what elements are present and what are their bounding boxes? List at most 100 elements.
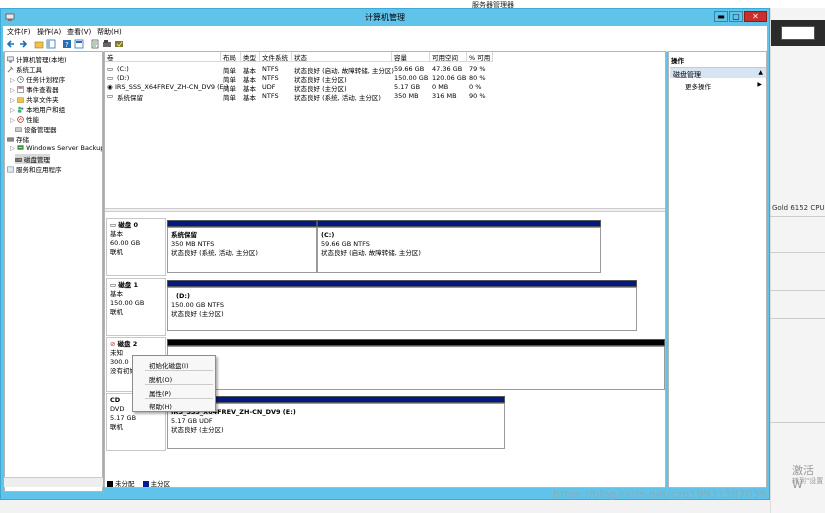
partition-e[interactable]: IRS_SSS_X64FREV_ZH-CN_DV9 (E:) 5.17 GB U… bbox=[167, 403, 505, 449]
column-header-type[interactable]: 类型 bbox=[241, 52, 260, 62]
window-title: 计算机管理 bbox=[365, 13, 405, 22]
action-more-actions[interactable]: 更多操作 bbox=[685, 81, 711, 91]
disk-management-icon bbox=[15, 157, 22, 162]
help-icon[interactable]: ? bbox=[62, 39, 72, 49]
column-header-capacity[interactable]: 容量 bbox=[392, 52, 430, 62]
tree-item-device-manager[interactable]: 设备管理器 bbox=[15, 124, 57, 134]
computer-icon bbox=[7, 56, 14, 63]
partition-bar bbox=[317, 220, 601, 227]
menu-view[interactable]: 查看(V) bbox=[67, 27, 91, 37]
show-hide-tree-icon[interactable] bbox=[46, 39, 56, 49]
tree-item-local-users[interactable]: ▷ 本地用户和组 bbox=[10, 104, 65, 114]
partition-status: 状态良好 (系统, 活动, 主分区) bbox=[171, 249, 258, 257]
column-header-filesystem[interactable]: 文件系统 bbox=[260, 52, 292, 62]
legend-unallocated: 未分配 bbox=[115, 480, 135, 488]
expand-arrow-icon[interactable]: ▷ bbox=[10, 76, 15, 84]
disk-settings-icon[interactable] bbox=[102, 39, 112, 49]
menu-item-offline[interactable]: 脱机(O) bbox=[149, 374, 172, 384]
storage-icon bbox=[7, 137, 14, 142]
tree-item-task-scheduler[interactable]: ▷ 任务计划程序 bbox=[10, 74, 65, 84]
disk-1-label[interactable]: ▭ 磁盘 1 基本 150.00 GB 联机 bbox=[106, 278, 166, 336]
tree-item-label: 事件查看器 bbox=[26, 86, 59, 94]
users-icon bbox=[17, 106, 24, 113]
menu-item-properties[interactable]: 属性(P) bbox=[149, 388, 171, 398]
cell-capacity: 59.66 GB bbox=[394, 65, 425, 73]
minimize-button[interactable]: ▬ bbox=[714, 11, 728, 22]
disk-0-label[interactable]: ▭ 磁盘 0 基本 60.00 GB 联机 bbox=[106, 218, 166, 276]
tree-item-label: 性能 bbox=[26, 116, 40, 124]
disk-size: 300.0 bbox=[110, 358, 129, 366]
forward-arrow-icon[interactable] bbox=[18, 39, 28, 49]
actions-section-label: 磁盘管理 bbox=[673, 71, 701, 79]
tree-item-shared-folders[interactable]: ▷ 共享文件夹 bbox=[10, 94, 59, 104]
window-titlebar[interactable]: 计算机管理 ▬ ▢ ✕ bbox=[1, 9, 769, 26]
menu-file[interactable]: 文件(F) bbox=[7, 27, 31, 37]
column-header-percent-free[interactable]: % 可用 bbox=[467, 52, 493, 62]
close-button[interactable]: ✕ bbox=[744, 11, 767, 22]
pane-splitter[interactable] bbox=[105, 208, 665, 212]
disk-management-pane: 卷 布局 类型 文件系统 状态 容量 可用空间 % 可用 ▭ (C:) 简单 基… bbox=[104, 51, 666, 488]
disk-type: 基本 bbox=[110, 230, 123, 238]
cell-filesystem: NTFS bbox=[262, 92, 279, 100]
unallocated-bar bbox=[167, 339, 665, 346]
cell-capacity: 350 MB bbox=[394, 92, 419, 100]
expand-arrow-icon[interactable]: ▷ bbox=[10, 96, 15, 104]
maximize-button[interactable]: ▢ bbox=[729, 11, 743, 22]
partition-bar bbox=[167, 220, 317, 227]
export-list-icon[interactable] bbox=[90, 39, 100, 49]
expand-arrow-icon[interactable]: ▷ bbox=[10, 116, 15, 124]
properties-icon[interactable] bbox=[74, 39, 84, 49]
partition-status: 状态良好 (主分区) bbox=[171, 426, 224, 434]
actions-section-disk-management[interactable]: 磁盘管理 ▲ bbox=[670, 67, 766, 79]
drive-icon: ▭ bbox=[107, 65, 114, 73]
back-arrow-icon[interactable] bbox=[6, 39, 16, 49]
submenu-arrow-icon[interactable]: ▶ bbox=[757, 81, 762, 88]
folder-up-icon[interactable] bbox=[34, 39, 44, 49]
tree-item-services-apps[interactable]: 服务和应用程序 bbox=[7, 164, 62, 174]
partition-bar bbox=[167, 280, 637, 287]
cell-capacity: 5.17 GB bbox=[394, 83, 421, 91]
tree-item-event-viewer[interactable]: ▷ 事件查看器 bbox=[10, 84, 59, 94]
table-row[interactable]: ▭ (D:) 简单 基本 NTFS 状态良好 (主分区) 150.00 GB 1… bbox=[105, 74, 495, 84]
table-row[interactable]: ◉ IRS_SSS_X64FREV_ZH-CN_DV9 (E:) 简单 基本 U… bbox=[105, 83, 495, 93]
column-header-volume[interactable]: 卷 bbox=[105, 52, 221, 62]
menu-item-help[interactable]: 帮助(H) bbox=[149, 401, 172, 411]
actions-header: 操作 bbox=[671, 57, 684, 65]
table-row[interactable]: ▭ 系统保留 简单 基本 NTFS 状态良好 (系统, 活动, 主分区) 350… bbox=[105, 92, 495, 102]
legend-primary: 主分区 bbox=[150, 480, 171, 488]
column-header-layout[interactable]: 布局 bbox=[221, 52, 241, 62]
expand-arrow-icon[interactable]: ▷ bbox=[10, 106, 15, 114]
column-header-free-space[interactable]: 可用空间 bbox=[430, 52, 467, 62]
background-divider bbox=[770, 216, 825, 217]
partition-d[interactable]: (D:) 150.00 GB NTFS 状态良好 (主分区) bbox=[167, 287, 637, 331]
table-row[interactable]: ▭ (C:) 简单 基本 NTFS 状态良好 (启动, 故障转储, 主分区) 5… bbox=[105, 65, 495, 75]
partition-detail: 350 MB NTFS bbox=[171, 240, 215, 248]
drive-icon: ▭ bbox=[107, 74, 114, 82]
expand-arrow-icon[interactable]: ▷ bbox=[10, 86, 15, 94]
tree-item-windows-server-backup[interactable]: ▷ Windows Server Backup bbox=[10, 144, 102, 154]
unallocated-space[interactable] bbox=[167, 346, 665, 390]
column-header-status[interactable]: 状态 bbox=[292, 52, 392, 62]
tree-item-storage[interactable]: 存储 bbox=[7, 134, 29, 144]
disk-check-icon[interactable] bbox=[114, 39, 124, 49]
shared-folder-icon bbox=[17, 97, 24, 103]
cell-percent-free: 90 % bbox=[469, 92, 486, 100]
device-manager-icon bbox=[15, 127, 22, 132]
collapse-arrow-icon[interactable]: ▲ bbox=[758, 69, 763, 76]
partition-c[interactable]: (C:) 59.66 GB NTFS 状态良好 (启动, 故障转储, 主分区) bbox=[317, 227, 601, 273]
partition-system-reserved[interactable]: 系统保留 350 MB NTFS 状态良好 (系统, 活动, 主分区) bbox=[167, 227, 317, 273]
partition-status: 状态良好 (主分区) bbox=[171, 310, 224, 318]
tree-item-performance[interactable]: ▷ 性能 bbox=[10, 114, 39, 124]
performance-icon bbox=[17, 116, 24, 123]
expand-arrow-icon[interactable]: ▷ bbox=[10, 144, 15, 152]
tree-item-disk-management[interactable]: 磁盘管理 bbox=[15, 154, 50, 164]
disk-type: DVD bbox=[110, 405, 125, 413]
menu-item-initialize-disk[interactable]: 初始化磁盘(I) bbox=[149, 360, 189, 370]
menu-action[interactable]: 操作(A) bbox=[37, 27, 61, 37]
tree-item-system-tools[interactable]: 系统工具 bbox=[7, 64, 42, 74]
tree-root[interactable]: 计算机管理(本地) bbox=[7, 54, 67, 64]
tree-item-label: 设备管理器 bbox=[24, 126, 57, 134]
menu-help[interactable]: 帮助(H) bbox=[97, 27, 122, 37]
tree-horizontal-scrollbar[interactable] bbox=[4, 477, 103, 487]
services-icon bbox=[7, 166, 14, 173]
